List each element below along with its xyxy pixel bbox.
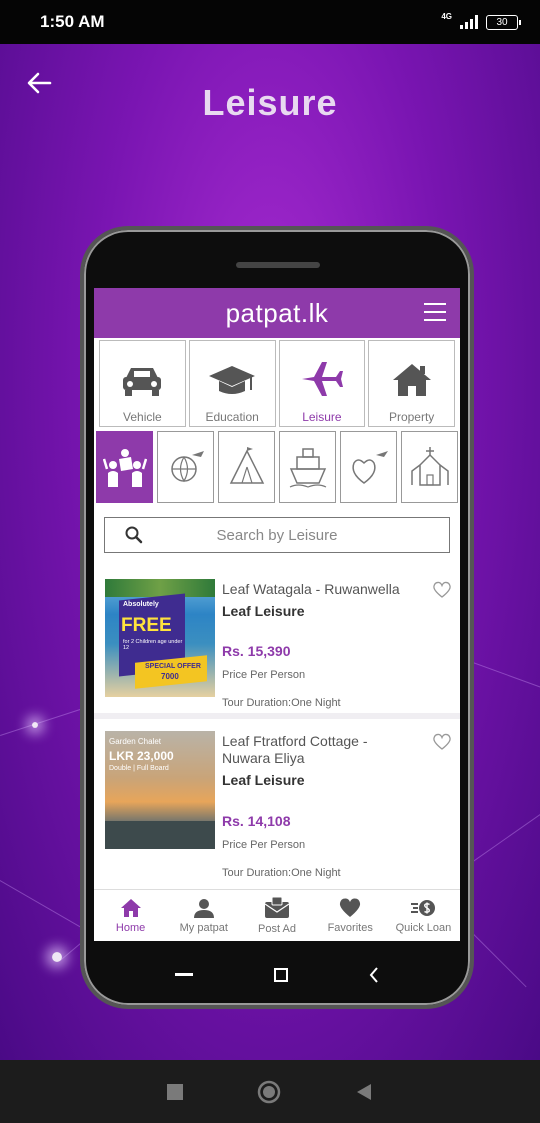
subcategory-pilgrimage[interactable] bbox=[401, 431, 458, 503]
thumb-text: Garden Chalet bbox=[109, 737, 162, 746]
category-label: Education bbox=[205, 410, 259, 424]
listing-duration: Tour Duration:One Night bbox=[222, 867, 341, 879]
listing-card[interactable]: Absolutely FREE for 2 Children age under… bbox=[94, 567, 460, 713]
listing-card[interactable]: Garden Chalet LKR 23,000 Double | Full B… bbox=[94, 719, 460, 891]
decor-line bbox=[469, 930, 527, 988]
app-bar: patpat.lk bbox=[94, 288, 460, 338]
search-input[interactable]: Search by Leisure bbox=[104, 517, 450, 553]
listing-price: Rs. 14,108 bbox=[222, 813, 291, 829]
tent-icon bbox=[229, 447, 264, 484]
listing-price: Rs. 15,390 bbox=[222, 643, 291, 659]
back-button-icon[interactable] bbox=[369, 967, 379, 983]
listing-thumbnail: Garden Chalet LKR 23,000 Double | Full B… bbox=[105, 731, 215, 849]
glow-dot bbox=[32, 722, 38, 728]
world-travel-icon bbox=[170, 451, 204, 483]
app-screen: patpat.lk Vehicle Education Leisure Prop… bbox=[94, 288, 460, 941]
search-placeholder: Search by Leisure bbox=[216, 526, 338, 544]
listing-title: Leaf Ftratford Cottage - Nuwara Eliya bbox=[222, 733, 368, 766]
home-button-icon[interactable] bbox=[273, 968, 288, 982]
subcategory-honeymoon[interactable] bbox=[340, 431, 397, 503]
phone-navbar bbox=[84, 950, 470, 1000]
category-label: Leisure bbox=[302, 410, 342, 424]
home-circle-icon[interactable] bbox=[257, 1080, 281, 1104]
listing-duration: Tour Duration:One Night bbox=[222, 697, 341, 709]
home-icon bbox=[120, 898, 141, 917]
loan-icon bbox=[411, 899, 436, 916]
category-label: Vehicle bbox=[123, 410, 162, 424]
graduation-cap-icon bbox=[209, 366, 256, 394]
battery-icon: 30 bbox=[486, 14, 521, 30]
status-icons: 4G 30 bbox=[441, 11, 521, 30]
bottom-nav: Home My patpat Post Ad Favorites Quick L… bbox=[94, 889, 460, 941]
phone-speaker bbox=[236, 262, 320, 268]
honeymoon-icon bbox=[351, 451, 388, 484]
clock: 1:50 AM bbox=[40, 12, 105, 31]
thumb-text: for 2 Children age under 12 bbox=[123, 639, 183, 651]
category-leisure[interactable]: Leisure bbox=[278, 340, 366, 427]
listing-title: Leaf Watagala - Ruwanwella bbox=[222, 581, 400, 597]
nav-label: Home bbox=[115, 921, 146, 934]
listing-price-note: Price Per Person bbox=[222, 669, 306, 681]
nav-home[interactable]: Home bbox=[94, 890, 167, 941]
nav-quick-loan[interactable]: Quick Loan bbox=[387, 890, 460, 941]
car-icon bbox=[123, 368, 162, 396]
airplane-icon bbox=[301, 362, 343, 396]
nav-label: Post Ad bbox=[258, 922, 296, 935]
ship-icon bbox=[289, 448, 326, 488]
signal-icon bbox=[460, 15, 478, 29]
nav-label: Favorites bbox=[327, 921, 373, 934]
subcategory-row bbox=[94, 431, 460, 503]
phone-mockup: patpat.lk Vehicle Education Leisure Prop… bbox=[80, 226, 474, 1009]
thumb-text: Absolutely bbox=[123, 601, 159, 608]
favorite-heart-icon[interactable] bbox=[432, 581, 452, 599]
house-icon bbox=[392, 364, 431, 396]
church-icon bbox=[410, 447, 449, 486]
battery-level: 30 bbox=[496, 16, 508, 28]
heart-icon bbox=[340, 897, 361, 917]
category-vehicle[interactable]: Vehicle bbox=[99, 340, 186, 427]
nav-my-patpat[interactable]: My patpat bbox=[167, 890, 240, 941]
nav-post-ad[interactable]: Post Ad bbox=[240, 890, 313, 941]
back-triangle-icon[interactable] bbox=[355, 1083, 373, 1101]
page-title: Leisure bbox=[202, 82, 338, 123]
status-bar: 1:50 AM 4G 30 bbox=[0, 0, 540, 44]
subcategory-travel[interactable] bbox=[157, 431, 214, 503]
listing-thumbnail: Absolutely FREE for 2 Children age under… bbox=[105, 579, 215, 697]
menu-button-icon[interactable] bbox=[174, 973, 193, 977]
network-type: 4G bbox=[441, 11, 452, 21]
category-property[interactable]: Property bbox=[368, 340, 455, 427]
nav-favorites[interactable]: Favorites bbox=[314, 890, 387, 941]
subcategory-activities[interactable] bbox=[96, 431, 153, 503]
glow-dot bbox=[52, 952, 62, 962]
thumb-text: FREE bbox=[121, 615, 172, 636]
listing-provider: Leaf Leisure bbox=[222, 603, 305, 619]
listing-list: Absolutely FREE for 2 Children age under… bbox=[94, 567, 460, 927]
brand-logo: patpat.lk bbox=[225, 297, 329, 328]
thumb-text: SPECIAL OFFER bbox=[145, 663, 201, 670]
thumb-text: 7000 bbox=[161, 672, 179, 681]
favorite-heart-icon[interactable] bbox=[432, 733, 452, 751]
category-label: Property bbox=[388, 410, 435, 424]
subcategory-camping[interactable] bbox=[218, 431, 275, 503]
system-nav-bar bbox=[0, 1060, 540, 1123]
listing-price-note: Price Per Person bbox=[222, 839, 306, 851]
category-education[interactable]: Education bbox=[188, 340, 276, 427]
menu-icon[interactable] bbox=[424, 303, 446, 321]
people-activity-icon bbox=[102, 449, 147, 487]
post-ad-icon bbox=[264, 896, 290, 918]
thumb-text: Double | Full Board bbox=[109, 765, 169, 772]
subcategory-cruise[interactable] bbox=[279, 431, 336, 503]
category-row: Vehicle Education Leisure Property bbox=[94, 340, 460, 427]
listing-provider: Leaf Leisure bbox=[222, 772, 305, 788]
thumb-text: LKR 23,000 bbox=[109, 749, 174, 763]
nav-label: My patpat bbox=[179, 921, 228, 934]
person-icon bbox=[193, 898, 214, 918]
recent-apps-icon[interactable] bbox=[167, 1083, 183, 1100]
nav-label: Quick Loan bbox=[395, 921, 452, 934]
